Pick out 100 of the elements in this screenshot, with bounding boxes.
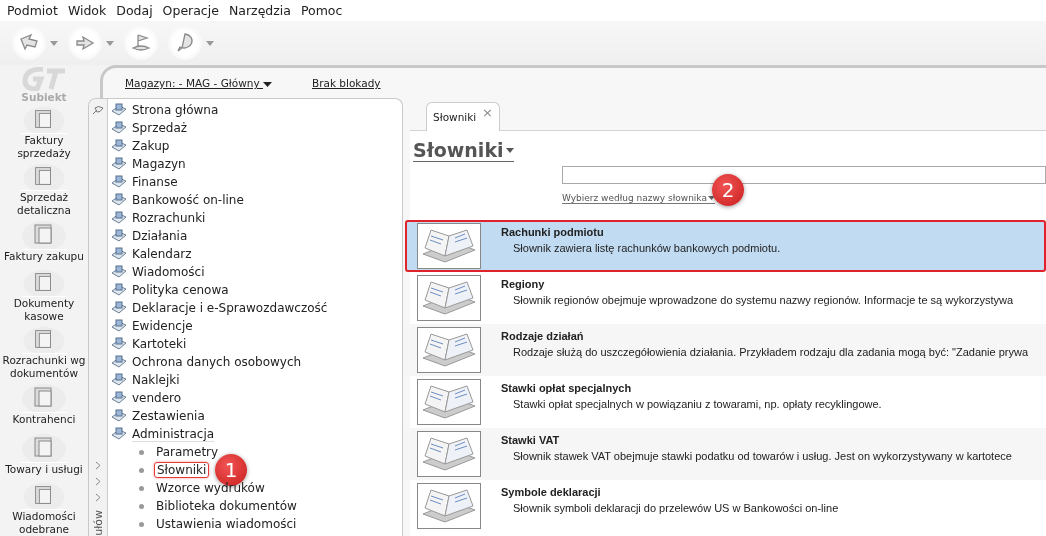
module-icon: [111, 193, 127, 207]
sidebar-item[interactable]: Faktury sprzedaży: [1, 103, 87, 160]
tree-item[interactable]: Kalendarz: [111, 245, 402, 263]
bullet-icon: [139, 449, 144, 455]
tree-item[interactable]: Ewidencje: [111, 317, 402, 335]
dictionary-description: Rodzaje służą do uszczegółowienia działania. Przykładem rodzaju dla zadania mogą być: "Zadanie prywa: [512, 346, 1029, 358]
dictionary-row[interactable]: Regiony Słownik regionów obejmuje wprowadzone do systemu nazwy regionów. Informacje te są wykorzystywa: [405, 272, 1046, 324]
dictionary-description: Słownik stawek VAT obejmuje stawki podatku od towarów i usług. Jest on wykorzystywany w kartotece: [512, 450, 1012, 462]
tree-item[interactable]: vendero: [111, 389, 402, 407]
menu-item[interactable]: Operacje: [157, 3, 224, 18]
dictionary-dropdown[interactable]: Słowniki: [413, 139, 514, 162]
dictionary-name: Symbole deklaracji: [501, 486, 602, 498]
nav-tab-label[interactable]: ułów: [91, 510, 105, 536]
module-icon: [111, 247, 127, 261]
module-icon: [111, 157, 127, 171]
search-mode-dropdown[interactable]: Wybierz według nazwy słownika: [562, 193, 715, 204]
tree-item[interactable]: Sprzedaż: [111, 119, 402, 137]
tree-item[interactable]: Naklejki: [111, 371, 402, 389]
bullet-icon: [139, 521, 144, 527]
dictionary-name: Rodzaje działań: [501, 330, 585, 342]
tree-item[interactable]: Bankowość on-line: [111, 191, 402, 209]
tree-item[interactable]: Polityka cenowa: [111, 281, 402, 299]
close-button[interactable]: ×: [482, 105, 493, 120]
tree-item[interactable]: Wiadomości: [111, 263, 402, 281]
document-stack-icon: [21, 268, 67, 298]
tree-item[interactable]: Biblioteka dokumentów: [154, 499, 299, 513]
pin-icon[interactable]: [92, 105, 104, 115]
module-icon: [111, 175, 127, 189]
sidebar-item[interactable]: Towary i usługi: [1, 429, 87, 479]
dictionary-row[interactable]: Stawki opłat specjalnych Stawki opłat specjalnych w powiązaniu z towarami, np. opłaty recyklingowe.: [405, 376, 1046, 428]
sidebar-item[interactable]: Rozrachunki wg dokumentów: [1, 323, 87, 381]
caret-icon: [707, 196, 715, 200]
menu-item[interactable]: Dodaj: [111, 3, 158, 18]
sidebar-item[interactable]: Sprzedaż detaliczna: [1, 160, 87, 217]
tree-item[interactable]: Kartoteki: [111, 335, 402, 353]
sidebar-item[interactable]: Kontrahenci: [1, 380, 87, 430]
caret-icon[interactable]: [206, 40, 214, 46]
dictionary-description: Stawki opłat specjalnych w powiązaniu z towarami, np. opłaty recyklingowe.: [512, 398, 882, 410]
document-stack-icon: [21, 431, 67, 463]
tree-item[interactable]: Słowniki: [154, 462, 210, 478]
help-button[interactable]: [168, 26, 202, 60]
tree-item[interactable]: Zakup: [111, 137, 402, 155]
bullet-icon: [139, 503, 144, 509]
document-stack-icon: [21, 325, 67, 355]
caret-icon[interactable]: [50, 40, 58, 46]
tree-item[interactable]: Działania: [111, 227, 402, 245]
tree-item[interactable]: Deklaracje i e-Sprawozdawczość: [111, 299, 402, 317]
bullet-icon: [139, 467, 144, 473]
tree-item[interactable]: Magazyn: [111, 155, 402, 173]
dictionary-row[interactable]: Rachunki podmiotu Słownik zawiera listę rachunków bankowych podmiotu.: [405, 220, 1046, 272]
back-button[interactable]: [12, 26, 46, 60]
tree-item[interactable]: Finanse: [111, 173, 402, 191]
caret-icon: [263, 82, 272, 87]
step-number-badge: 2: [712, 174, 744, 206]
dictionary-description: Słownik symboli deklaracji do przelewów US w Bankowości on-line: [512, 502, 839, 514]
dictionary-name: Stawki VAT: [501, 434, 561, 446]
flag-button[interactable]: [124, 26, 158, 60]
sidebar-item[interactable]: Wiadomości odebrane: [1, 479, 87, 536]
dictionary-name: Stawki opłat specjalnych: [501, 382, 633, 394]
module-icon: [111, 319, 127, 333]
dictionary-description: Słownik zawiera listę rachunków bankowych podmiotu.: [512, 242, 781, 254]
dictionary-name: Rachunki podmiotu: [501, 226, 605, 238]
menu-item[interactable]: Podmiot: [2, 3, 63, 18]
document-stack-icon: [21, 382, 67, 414]
module-icon: [111, 427, 127, 441]
module-icon: [111, 265, 127, 279]
search-field[interactable]: [562, 166, 1046, 184]
module-icon: [111, 121, 127, 135]
tree-item[interactable]: Rozrachunki: [111, 209, 402, 227]
document-stack-icon: [21, 162, 67, 191]
module-icon: [111, 409, 127, 423]
tree-item[interactable]: Ustawienia wiadomości: [154, 517, 299, 531]
tab[interactable]: Słowniki ×: [426, 102, 500, 131]
module-icon: [111, 211, 127, 225]
menu-item[interactable]: Widok: [62, 3, 112, 18]
document-stack-icon: [21, 105, 67, 134]
module-icon: [111, 355, 127, 369]
warehouse-dropdown[interactable]: Magazyn: - MAG - Główny: [125, 77, 272, 89]
caret-icon[interactable]: [106, 40, 114, 46]
dictionary-row[interactable]: Symbole deklaracji Słownik symboli deklaracji do przelewów US w Bankowości on-line: [405, 480, 1046, 532]
caret-icon: [505, 147, 514, 153]
menu-item[interactable]: Pomoc: [295, 3, 348, 18]
module-icon: [111, 337, 127, 351]
module-icon: [111, 139, 127, 153]
sidebar-item[interactable]: Faktury zakupu: [1, 217, 87, 267]
logo-icon: [21, 67, 67, 91]
tree-item[interactable]: Strona główna: [111, 101, 402, 119]
app-name: Subiekt: [21, 91, 67, 103]
tree-item[interactable]: Zestawienia: [111, 407, 402, 425]
module-icon: [111, 373, 127, 387]
module-icon: [111, 391, 127, 405]
tree-item[interactable]: Ochrona danych osobowych: [111, 353, 402, 371]
tree-item[interactable]: Administracja: [111, 425, 402, 443]
forward-button[interactable]: [68, 26, 102, 60]
module-icon: [111, 229, 127, 243]
module-icon: [111, 301, 127, 315]
document-stack-icon: [21, 219, 67, 250]
lock-status-link[interactable]: Brak blokady: [312, 77, 381, 89]
sidebar-item[interactable]: Dokumenty kasowe: [1, 266, 87, 324]
menu-item[interactable]: Narzędzia: [223, 3, 296, 18]
